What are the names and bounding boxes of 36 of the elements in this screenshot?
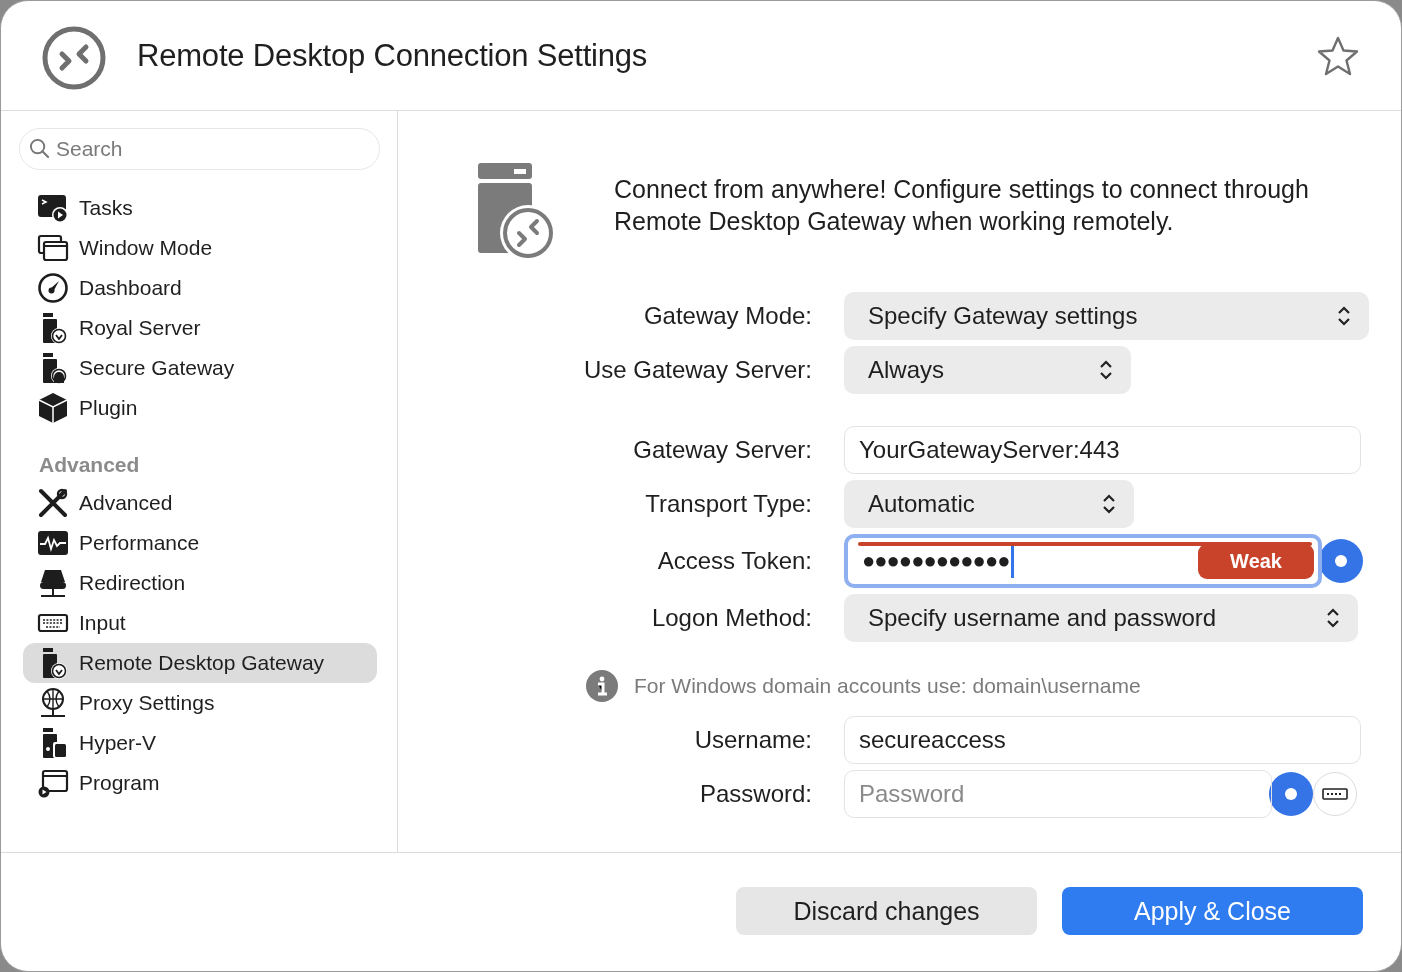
sidebar-item[interactable]: Input xyxy=(23,603,377,643)
popup-button[interactable]: Specify username and password xyxy=(844,594,1358,642)
field-label: Gateway Mode: xyxy=(642,302,812,330)
sidebar-item[interactable]: Dashboard xyxy=(23,268,377,308)
sidebar-item[interactable]: Plugin xyxy=(23,388,377,428)
sidebar-item[interactable]: Redirection xyxy=(23,563,377,603)
section-heading: Advanced xyxy=(38,452,141,478)
field-label: Use Gateway Server: xyxy=(582,356,812,384)
field-label: Transport Type: xyxy=(644,490,812,518)
sidebar-item[interactable]: Window Mode xyxy=(23,228,377,268)
password-field[interactable]: ●●●●●●●●●●●● Weak xyxy=(844,534,1322,588)
sidebar-item[interactable]: Performance xyxy=(23,523,377,563)
sidebar-item[interactable]: Tasks xyxy=(23,188,377,228)
field-label: Gateway Server: xyxy=(632,436,812,464)
sidebar-item[interactable]: Secure Gateway xyxy=(23,348,377,388)
window-title: Remote Desktop Connection Settings xyxy=(137,37,649,74)
apply-button[interactable]: Apply & Close xyxy=(1062,887,1363,935)
text-field[interactable]: YourGatewayServer:443 xyxy=(844,426,1361,474)
sidebar-item[interactable]: Hyper-V xyxy=(23,723,377,763)
field-label: Username: xyxy=(693,726,812,754)
popup-button[interactable]: Specify Gateway settings xyxy=(844,292,1369,340)
popup-button[interactable]: Always xyxy=(844,346,1131,394)
field-label: Logon Method: xyxy=(650,604,812,632)
text-field[interactable]: secureaccess xyxy=(844,716,1361,764)
sidebar-item[interactable]: Royal Server xyxy=(23,308,377,348)
search-field[interactable]: Search xyxy=(19,128,380,170)
field-label: Password: xyxy=(698,780,812,808)
sidebar-item[interactable]: Program xyxy=(23,763,377,803)
sidebar-item[interactable]: Proxy Settings xyxy=(23,683,377,723)
popup-button[interactable]: Automatic xyxy=(844,480,1134,528)
sidebar-item[interactable]: Remote Desktop Gateway xyxy=(23,643,377,683)
sidebar-item[interactable]: Advanced xyxy=(23,483,377,523)
intro-text: Connect from anywhere! Configure settings to connect through Remote Desktop Gateway when working remotely. xyxy=(614,174,1310,237)
hint-text: For Windows domain accounts use: domain\username xyxy=(634,674,1141,698)
field-label: Access Token: xyxy=(656,547,812,575)
discard-button[interactable]: Discard changes xyxy=(736,887,1037,935)
